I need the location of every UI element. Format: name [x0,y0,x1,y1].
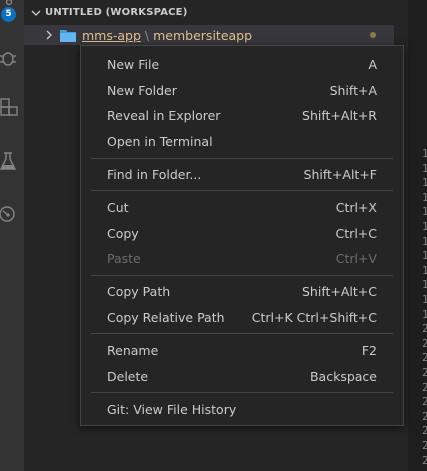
menu-item-paste: Paste Ctrl+V [81,245,403,271]
extensions-icon[interactable] [0,97,24,121]
menu-item-shortcut: Ctrl+K Ctrl+Shift+C [251,309,377,325]
menu-separator [91,392,393,393]
menu-item-label: Reveal in Explorer [107,107,221,123]
line-number: 2 [422,395,427,409]
test-flask-icon[interactable] [0,150,24,174]
menu-item-shortcut: A [368,56,377,72]
menu-item-open-in-terminal[interactable]: Open in Terminal [81,128,403,154]
workspace-title: UNTITLED (WORKSPACE) [45,7,188,18]
line-number: 2 [422,322,427,336]
menu-separator [91,333,393,334]
line-number: 2 [422,453,427,467]
menu-item-label: Copy [107,225,139,241]
folder-subname: membersiteapp [153,27,253,43]
menu-item-git-view-file-history[interactable]: Git: View File History [81,396,403,422]
menu-item-label: Delete [107,368,149,384]
line-number: 2 [422,380,427,394]
menu-item-label: Copy Relative Path [107,309,225,325]
line-number: 2 [422,409,427,423]
chevron-right-icon [46,30,52,40]
menu-item-label: Paste [107,250,141,266]
menu-item-label: Open in Terminal [107,133,213,149]
menu-separator [91,158,393,159]
menu-item-label: Find in Folder... [107,166,202,182]
menu-item-shortcut: Ctrl+V [335,250,377,266]
menu-item-label: Copy Path [107,283,171,299]
menu-item-delete[interactable]: Delete Backspace [81,363,403,389]
debug-icon[interactable] [0,46,24,70]
menu-item-shortcut: F2 [361,342,377,358]
menu-item-label: New Folder [107,82,177,98]
line-number: 1 [422,249,427,263]
menu-item-new-file[interactable]: New File A [81,51,403,77]
menu-separator [91,275,393,276]
line-number: 2 [422,439,427,452]
activity-bar: 5 [0,0,24,471]
menu-item-copy-relative-path[interactable]: Copy Relative Path Ctrl+K Ctrl+Shift+C [81,304,403,330]
workspace-header[interactable]: UNTITLED (WORKSPACE) [30,2,187,24]
menu-item-label: Git: View File History [107,401,237,417]
line-number: 2 [422,366,427,379]
context-menu: New File A New Folder Shift+A Reveal in … [80,45,404,426]
menu-item-shortcut: Shift+A [329,82,377,98]
menu-item-shortcut: Backspace [309,368,377,384]
menu-item-shortcut: Shift+Alt+C [301,283,377,299]
menu-item-shortcut: Shift+Alt+F [303,166,377,182]
line-number: 1 [422,190,427,204]
menu-item-copy-path[interactable]: Copy Path Shift+Alt+C [81,278,403,304]
menu-item-reveal-in-explorer[interactable]: Reveal in Explorer Shift+Alt+R [81,102,403,128]
line-number: 1 [422,234,427,248]
source-control-badge: 5 [1,7,16,22]
menu-separator [91,190,393,191]
menu-item-shortcut: Ctrl+C [335,225,377,241]
menu-item-label: Cut [107,199,129,215]
line-number: 1 [422,293,427,306]
line-number: 2 [422,424,427,438]
folder-icon [60,29,76,42]
line-number: 1 [422,205,427,219]
line-number: 1 [422,176,427,190]
menu-item-find-in-folder[interactable]: Find in Folder... Shift+Alt+F [81,161,403,187]
line-number: 1 [422,307,427,321]
menu-item-new-folder[interactable]: New Folder Shift+A [81,77,403,103]
line-number: 1 [422,220,427,233]
line-number: 1 [422,278,427,292]
line-number: 2 [422,336,427,350]
modified-dot [370,32,376,38]
chevron-down-icon [31,10,41,16]
menu-item-shortcut: Shift+Alt+R [302,107,377,123]
path-separator: \ [144,27,150,43]
menu-item-cut[interactable]: Cut Ctrl+X [81,194,403,220]
line-number: 1 [422,161,427,175]
folder-label: mms-app \ membersiteapp [82,28,252,43]
menu-item-copy[interactable]: Copy Ctrl+C [81,220,403,246]
folder-row[interactable]: mms-app \ membersiteapp [24,25,394,45]
menu-item-label: Rename [107,342,159,358]
line-number: 2 [422,351,427,365]
menu-item-label: New File [107,56,160,72]
menu-item-rename[interactable]: Rename F2 [81,337,403,363]
timeline-icon[interactable] [0,202,24,226]
menu-item-shortcut: Ctrl+X [335,199,377,215]
folder-name[interactable]: mms-app [82,28,141,43]
line-number: 1 [422,263,427,277]
line-number: 1 [422,147,427,160]
